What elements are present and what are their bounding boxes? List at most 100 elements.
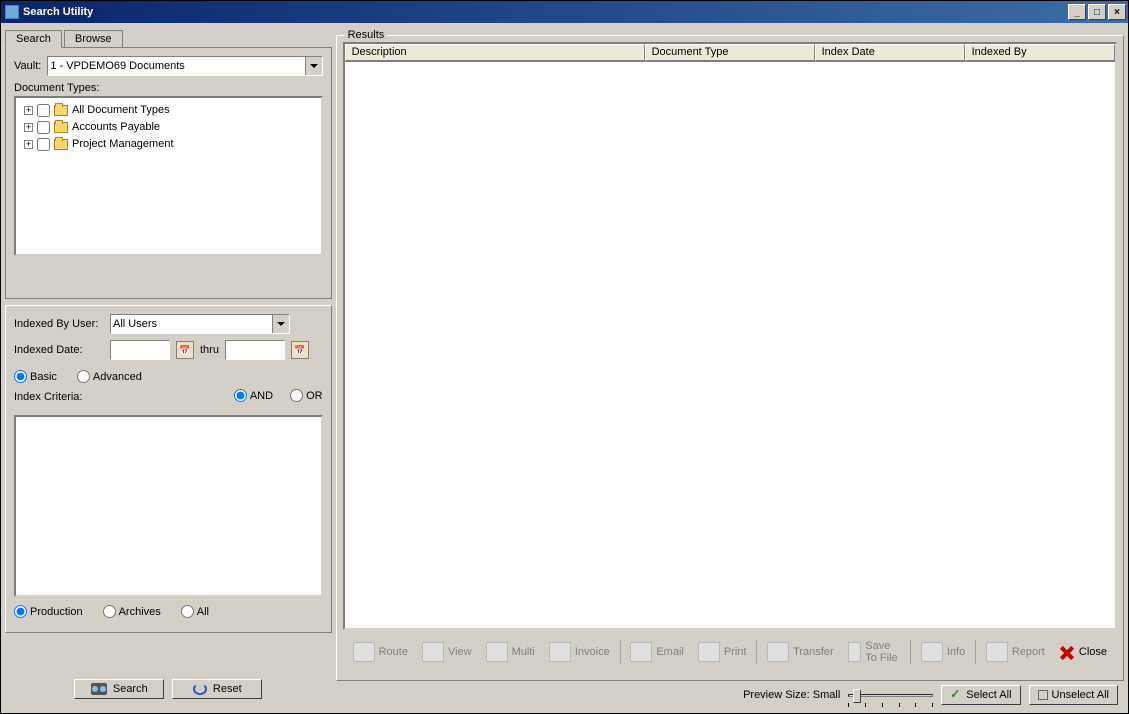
results-grid[interactable]: Description Document Type Index Date Ind…: [343, 42, 1117, 630]
titlebar: Search Utility _ □ ×: [1, 1, 1128, 23]
doctypes-tree[interactable]: + All Document Types + Accounts Payable …: [14, 96, 323, 256]
tab-search[interactable]: Search: [5, 30, 62, 48]
tree-label: All Document Types: [72, 104, 170, 116]
info-button[interactable]: Info: [915, 638, 971, 666]
preview-size-slider[interactable]: [848, 685, 933, 705]
multi-button[interactable]: Multi: [480, 638, 541, 666]
basic-radio-label[interactable]: Basic: [14, 370, 57, 383]
view-icon: [422, 642, 444, 662]
and-radio-label[interactable]: AND: [234, 389, 273, 402]
search-tab-page: Vault: 1 - VPDEMO69 Documents Document T…: [5, 47, 332, 299]
or-radio-label[interactable]: OR: [290, 389, 323, 402]
index-criteria-label: Index Criteria:: [14, 391, 82, 403]
basic-radio[interactable]: [14, 370, 27, 383]
calendar-icon[interactable]: 📅: [291, 341, 309, 359]
expand-icon[interactable]: +: [24, 140, 33, 149]
select-all-button[interactable]: Select All: [941, 685, 1020, 705]
results-toolbar: Route View Multi Invoice Email Print Tra…: [343, 630, 1117, 674]
check-icon: [950, 689, 962, 701]
binoculars-icon: [91, 683, 107, 695]
archives-radio[interactable]: [103, 605, 116, 618]
doctype-checkbox[interactable]: [37, 121, 50, 134]
toolbar-divider: [975, 640, 976, 664]
right-pane: Results Description Document Type Index …: [336, 27, 1124, 709]
indexed-by-user-label: Indexed By User:: [14, 318, 104, 330]
tree-item[interactable]: + Project Management: [20, 136, 317, 152]
close-window-button[interactable]: ×: [1108, 4, 1126, 20]
and-radio[interactable]: [234, 389, 247, 402]
toolbar-divider: [756, 640, 757, 664]
info-icon: [921, 642, 943, 662]
tree-label: Accounts Payable: [72, 121, 160, 133]
grid-header: Description Document Type Index Date Ind…: [345, 44, 1115, 62]
window-title: Search Utility: [23, 6, 1068, 18]
client-area: Search Browse Vault: 1 - VPDEMO69 Docume…: [1, 23, 1128, 713]
all-radio[interactable]: [181, 605, 194, 618]
email-button[interactable]: Email: [624, 638, 690, 666]
search-button[interactable]: Search: [74, 679, 164, 699]
toolbar-divider: [620, 640, 621, 664]
doctype-checkbox[interactable]: [37, 138, 50, 151]
search-buttons: Search Reset: [5, 669, 332, 709]
indexed-date-label: Indexed Date:: [14, 344, 104, 356]
col-indexdate[interactable]: Index Date: [815, 44, 965, 61]
indexed-date-to[interactable]: [225, 340, 285, 360]
col-doctype[interactable]: Document Type: [645, 44, 815, 61]
or-radio[interactable]: [290, 389, 303, 402]
invoice-button[interactable]: Invoice: [543, 638, 616, 666]
expand-icon[interactable]: +: [24, 123, 33, 132]
preview-size-label: Preview Size: Small: [743, 689, 840, 701]
maximize-button[interactable]: □: [1088, 4, 1106, 20]
criteria-listbox[interactable]: [14, 415, 323, 597]
report-icon: [986, 642, 1008, 662]
col-description[interactable]: Description: [345, 44, 645, 61]
advanced-radio-label[interactable]: Advanced: [77, 370, 142, 383]
indexed-date-from[interactable]: [110, 340, 170, 360]
production-radio[interactable]: [14, 605, 27, 618]
tab-browse[interactable]: Browse: [64, 30, 123, 47]
folder-icon: [54, 139, 68, 150]
print-button[interactable]: Print: [692, 638, 753, 666]
production-radio-label[interactable]: Production: [14, 605, 83, 618]
thru-label: thru: [200, 344, 219, 356]
toolbar-divider: [910, 640, 911, 664]
window: Search Utility _ □ × Search Browse Vault…: [0, 0, 1129, 714]
route-button[interactable]: Route: [347, 638, 414, 666]
doctype-checkbox[interactable]: [37, 104, 50, 117]
reset-icon: [193, 683, 207, 695]
transfer-icon: [767, 642, 789, 662]
save-to-file-button[interactable]: Save To File: [842, 636, 907, 668]
doctypes-label: Document Types:: [14, 82, 323, 94]
view-button[interactable]: View: [416, 638, 478, 666]
tree-label: Project Management: [72, 138, 174, 150]
uncheck-icon: [1038, 690, 1048, 700]
close-icon: [1059, 644, 1075, 660]
vault-select[interactable]: 1 - VPDEMO69 Documents: [47, 56, 322, 76]
folder-icon: [54, 105, 68, 116]
bottom-bar: Preview Size: Small Select All Unselect …: [336, 681, 1124, 709]
reset-button[interactable]: Reset: [172, 679, 262, 699]
indexed-by-user-select[interactable]: All Users: [110, 314, 290, 334]
close-button[interactable]: Close: [1053, 640, 1113, 664]
folder-icon: [54, 122, 68, 133]
unselect-all-button[interactable]: Unselect All: [1029, 685, 1118, 705]
transfer-button[interactable]: Transfer: [761, 638, 840, 666]
save-icon: [848, 642, 862, 662]
calendar-icon[interactable]: 📅: [176, 341, 194, 359]
col-indexedby[interactable]: Indexed By: [965, 44, 1115, 61]
results-legend: Results: [345, 29, 388, 41]
expand-icon[interactable]: +: [24, 106, 33, 115]
tree-item[interactable]: + Accounts Payable: [20, 119, 317, 135]
report-button[interactable]: Report: [980, 638, 1051, 666]
invoice-icon: [549, 642, 571, 662]
vault-label: Vault:: [14, 60, 41, 72]
minimize-button[interactable]: _: [1068, 4, 1086, 20]
criteria-panel: Indexed By User: All Users Indexed Date:…: [5, 305, 332, 633]
tree-item[interactable]: + All Document Types: [20, 102, 317, 118]
all-radio-label[interactable]: All: [181, 605, 209, 618]
email-icon: [630, 642, 652, 662]
app-icon: [5, 5, 19, 19]
print-icon: [698, 642, 720, 662]
archives-radio-label[interactable]: Archives: [103, 605, 161, 618]
advanced-radio[interactable]: [77, 370, 90, 383]
